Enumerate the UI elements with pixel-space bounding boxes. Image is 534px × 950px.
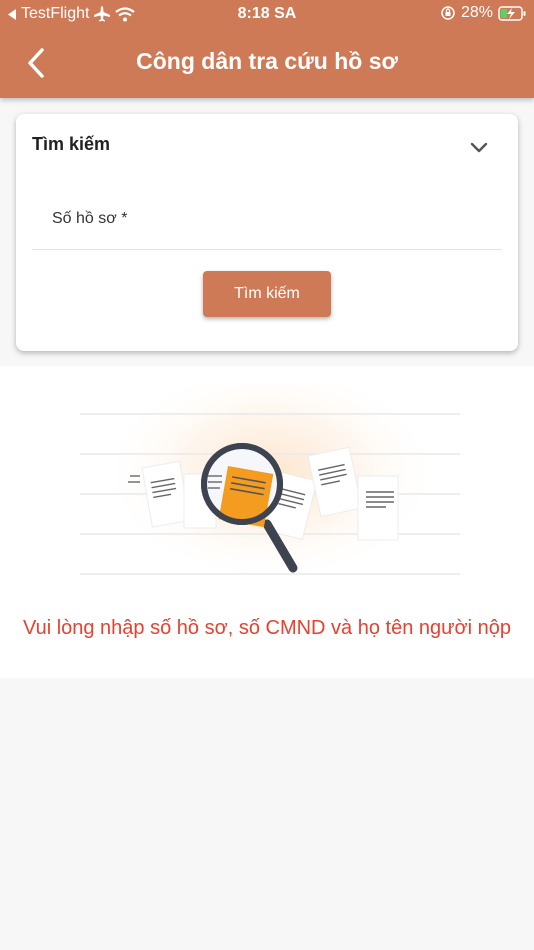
search-card-title: Tìm kiếm bbox=[32, 134, 111, 154]
search-button[interactable]: Tìm kiếm bbox=[203, 271, 331, 317]
search-card: Tìm kiếm Số hồ sơ * Tìm kiếm bbox=[16, 114, 518, 351]
battery-percent: 28% bbox=[460, 4, 493, 21]
file-number-field[interactable]: Số hồ sơ * bbox=[32, 196, 502, 250]
battery-charging-icon bbox=[498, 5, 526, 21]
chevron-down-icon[interactable] bbox=[468, 136, 490, 158]
magnifier-documents-icon bbox=[80, 384, 460, 594]
status-bar: TestFlight 8:18 SA 28% bbox=[0, 0, 534, 28]
orientation-lock-icon bbox=[441, 6, 455, 20]
file-number-label: Số hồ sơ * bbox=[52, 210, 128, 227]
empty-state-panel: Vui lòng nhập số hồ sơ, số CMND và họ tê… bbox=[0, 366, 534, 678]
app-header: TestFlight 8:18 SA 28% Công dân tra cứu … bbox=[0, 0, 534, 98]
page-title: Công dân tra cứu hồ sơ bbox=[136, 48, 398, 74]
empty-state-message: Vui lòng nhập số hồ sơ, số CMND và họ tê… bbox=[22, 617, 512, 639]
status-right: 28% bbox=[440, 4, 526, 22]
